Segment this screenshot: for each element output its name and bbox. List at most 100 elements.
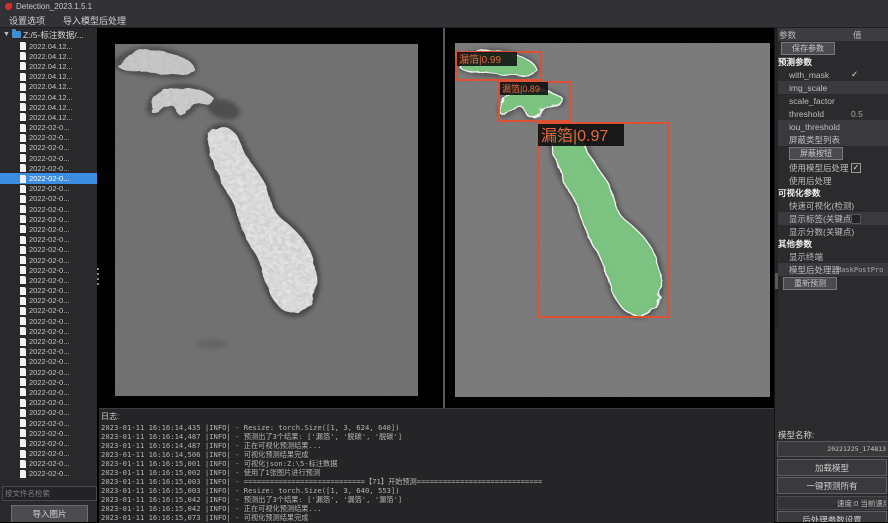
- log-line: 2023-01-11 16:16:14,435 |INFO| - Resize:…: [99, 423, 774, 432]
- tree-item-label: 2022.04.12...: [29, 72, 73, 81]
- tree-item-label: 2022-02-0...: [29, 296, 69, 305]
- tree-item[interactable]: 2022-02-0...: [0, 143, 97, 153]
- tree-item[interactable]: 2022.04.12...: [0, 82, 97, 92]
- param-label: 使用后处理: [789, 175, 832, 187]
- tree-item-label: 2022-02-0...: [29, 215, 69, 224]
- param-row[interactable]: scale_factor: [775, 94, 888, 107]
- log-title: 日志:: [101, 411, 774, 422]
- tree-item[interactable]: 2022-02-0...: [0, 357, 97, 367]
- tree-item[interactable]: 2022.04.12...: [0, 41, 97, 51]
- tree-item[interactable]: 2022-02-0...: [0, 438, 97, 448]
- import-image-button[interactable]: 导入图片: [11, 505, 88, 522]
- tree-item[interactable]: 2022-02-0...: [0, 255, 97, 265]
- tree-item[interactable]: 2022-02-0...: [0, 245, 97, 255]
- tree-item[interactable]: 2022.04.12...: [0, 51, 97, 61]
- tree-item-label: 2022-02-0...: [29, 317, 69, 326]
- tree-item[interactable]: 2022-02-0...: [0, 275, 97, 285]
- params-scrollbar[interactable]: [775, 28, 778, 328]
- tree-item[interactable]: 2022-02-0...: [0, 377, 97, 387]
- tree-item[interactable]: 2022-02-0...: [0, 265, 97, 275]
- tree-item[interactable]: 2022.04.12...: [0, 92, 97, 102]
- param-row[interactable]: 模型后处理器MaskPostPro: [775, 263, 888, 276]
- param-button[interactable]: 屏蔽按钮: [789, 147, 843, 160]
- tree-item[interactable]: 2022-02-0...: [0, 316, 97, 326]
- tree-list: 2022.04.12...2022.04.12...2022.04.12...2…: [0, 41, 97, 479]
- load-model-button[interactable]: 加载模型: [777, 459, 887, 476]
- tree-item[interactable]: 2022-02-0...: [0, 224, 97, 234]
- tree-item[interactable]: 2022-02-0...: [0, 459, 97, 469]
- param-row[interactable]: 使用后处理: [775, 174, 888, 187]
- params-header: 参数 值: [775, 28, 888, 41]
- param-row[interactable]: 屏蔽类型列表: [775, 133, 888, 146]
- param-button[interactable]: 保存参数: [781, 42, 835, 55]
- tree-item[interactable]: 2022-02-0...: [0, 286, 97, 296]
- tree-item[interactable]: 2022-02-0...: [0, 408, 97, 418]
- tree-item-label: 2022-02-0...: [29, 398, 69, 407]
- menu-import-postprocess[interactable]: 导入模型后处理: [54, 14, 135, 27]
- tree-item[interactable]: 2022-02-0...: [0, 428, 97, 438]
- scrollbar-handle[interactable]: [775, 273, 778, 289]
- tree-item-label: 2022-02-0...: [29, 266, 69, 275]
- tree-item[interactable]: 2022-02-0...: [0, 214, 97, 224]
- param-value: MaskPostPro: [837, 266, 883, 274]
- checkbox[interactable]: ✓: [851, 163, 861, 173]
- tree-item-label: 2022-02-0...: [29, 123, 69, 132]
- log-line: 2023-01-11 16:16:15,042 |INFO| - 正在可视化预测…: [99, 504, 774, 513]
- param-row[interactable]: img_scale: [775, 81, 888, 94]
- tree-item[interactable]: 2022-02-0...: [0, 347, 97, 357]
- tree-item[interactable]: 2022.04.12...: [0, 72, 97, 82]
- tree-item-label: 2022.04.12...: [29, 103, 73, 112]
- tree-item[interactable]: 2022-02-0...: [0, 153, 97, 163]
- tree-root-item[interactable]: ▼ Z:/5-标注数据/...: [0, 28, 97, 41]
- log-line: 2023-01-11 16:16:15,001 |INFO| - 可视化json…: [99, 459, 774, 468]
- tree-item[interactable]: 2022-02-0...: [0, 367, 97, 377]
- file-icon: [20, 317, 26, 325]
- log-panel[interactable]: 日志: 2023-01-11 16:16:14,435 |INFO| - Res…: [99, 408, 774, 523]
- param-row[interactable]: 显示分数(关键点): [775, 225, 888, 238]
- tree-item[interactable]: 2022-02-0...: [0, 163, 97, 173]
- param-button[interactable]: 重新预测: [783, 277, 837, 290]
- checkbox[interactable]: [851, 214, 861, 224]
- model-name-field[interactable]: 20221225_174813: [777, 441, 888, 457]
- tree-item[interactable]: 2022-02-0...: [0, 398, 97, 408]
- tree-item[interactable]: 2022.04.12...: [0, 61, 97, 71]
- col-value: 值: [853, 29, 862, 41]
- prediction-image[interactable]: 漏箔|0.99 漏箔|0.89 漏箔|0.97: [455, 43, 770, 397]
- tree-item[interactable]: 2022-02-0...: [0, 173, 97, 183]
- tree-item[interactable]: 2022-02-0...: [0, 387, 97, 397]
- tree-item[interactable]: 2022-02-0...: [0, 123, 97, 133]
- tree-item[interactable]: 2022-02-0...: [0, 306, 97, 316]
- tree-item[interactable]: 2022-02-0...: [0, 326, 97, 336]
- param-row[interactable]: threshold0.5: [775, 107, 888, 120]
- param-row[interactable]: with_mask✓: [775, 68, 888, 81]
- file-icon: [20, 256, 26, 264]
- search-input[interactable]: [2, 486, 97, 501]
- tree-item[interactable]: 2022.04.12...: [0, 112, 97, 122]
- postprocess-settings-button[interactable]: 后处理参数设置: [777, 511, 887, 522]
- tree-item-label: 2022-02-0...: [29, 154, 69, 163]
- tree-item[interactable]: 2022-02-0...: [0, 296, 97, 306]
- app-window: { "window": { "title": "Detection_2023.1…: [0, 0, 888, 522]
- tree-item[interactable]: 2022-02-0...: [0, 194, 97, 204]
- tree-item[interactable]: 2022-02-0...: [0, 204, 97, 214]
- param-row[interactable]: 快速可视化(检测): [775, 199, 888, 212]
- file-icon: [20, 144, 26, 152]
- tree-item[interactable]: 2022-02-0...: [0, 235, 97, 245]
- tree-item[interactable]: 2022-02-0...: [0, 469, 97, 479]
- tree-item[interactable]: 2022-02-0...: [0, 449, 97, 459]
- param-label: 屏蔽类型列表: [789, 134, 840, 146]
- tree-item[interactable]: 2022-02-0...: [0, 418, 97, 428]
- tree-item[interactable]: 2022-02-0...: [0, 336, 97, 346]
- param-row[interactable]: 显示终端: [775, 250, 888, 263]
- tree-item[interactable]: 2022-02-0...: [0, 133, 97, 143]
- param-row[interactable]: 显示标签(关键点): [775, 212, 888, 225]
- tree-item[interactable]: 2022-02-0...: [0, 184, 97, 194]
- tree-item-label: 2022-02-0...: [29, 143, 69, 152]
- tree-item[interactable]: 2022.04.12...: [0, 102, 97, 112]
- menu-settings[interactable]: 设置选项: [0, 14, 54, 27]
- predict-all-button[interactable]: 一键预测所有: [777, 477, 887, 494]
- pane-divider[interactable]: [443, 28, 445, 408]
- original-image[interactable]: [115, 44, 418, 396]
- param-row[interactable]: iou_threshold: [775, 120, 888, 133]
- param-row[interactable]: 使用模型后处理✓: [775, 161, 888, 174]
